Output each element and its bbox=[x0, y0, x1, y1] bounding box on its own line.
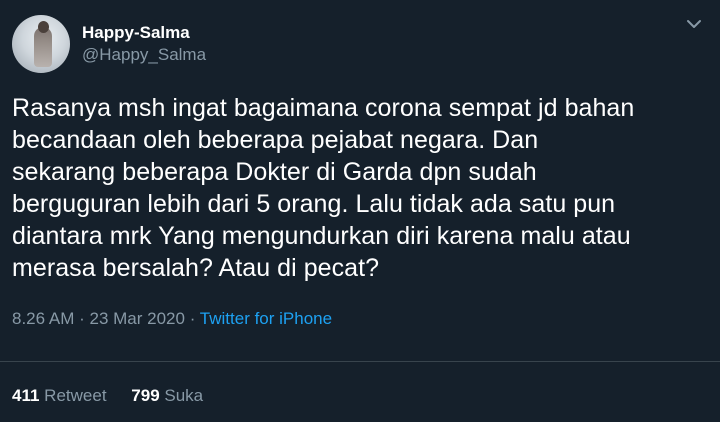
tweet-meta: 8.26 AM · 23 Mar 2020 · Twitter for iPho… bbox=[12, 308, 704, 330]
likes-label: Suka bbox=[164, 386, 204, 405]
author-names: Happy-Salma @Happy_Salma bbox=[82, 22, 206, 66]
retweets-stat[interactable]: 411 Retweet bbox=[12, 385, 107, 407]
avatar-head bbox=[38, 21, 49, 33]
author-display-name[interactable]: Happy-Salma bbox=[82, 22, 206, 44]
tweet-stats: 411 Retweet 799 Suka bbox=[12, 385, 223, 407]
avatar-figure bbox=[34, 27, 52, 67]
meta-separator: · bbox=[79, 309, 85, 328]
avatar[interactable] bbox=[12, 15, 70, 73]
tweet-text: Rasanya msh ingat bagaimana corona sempa… bbox=[12, 94, 635, 282]
tweet-header: Happy-Salma @Happy_Salma bbox=[12, 12, 704, 76]
tweet-time[interactable]: 8.26 AM bbox=[12, 309, 74, 328]
tweet-date[interactable]: 23 Mar 2020 bbox=[90, 309, 185, 328]
retweets-count: 411 bbox=[12, 386, 40, 405]
divider bbox=[0, 361, 720, 362]
author-handle[interactable]: @Happy_Salma bbox=[82, 44, 206, 66]
chevron-down-icon[interactable] bbox=[684, 14, 704, 34]
meta-separator: · bbox=[189, 309, 196, 328]
tweet-source-link[interactable]: Twitter for iPhone bbox=[200, 309, 332, 328]
retweets-label: Retweet bbox=[44, 386, 107, 405]
tweet-card: Happy-Salma @Happy_Salma Rasanya msh ing… bbox=[0, 0, 720, 422]
likes-stat[interactable]: 799 Suka bbox=[131, 385, 203, 407]
likes-count: 799 bbox=[131, 386, 160, 405]
